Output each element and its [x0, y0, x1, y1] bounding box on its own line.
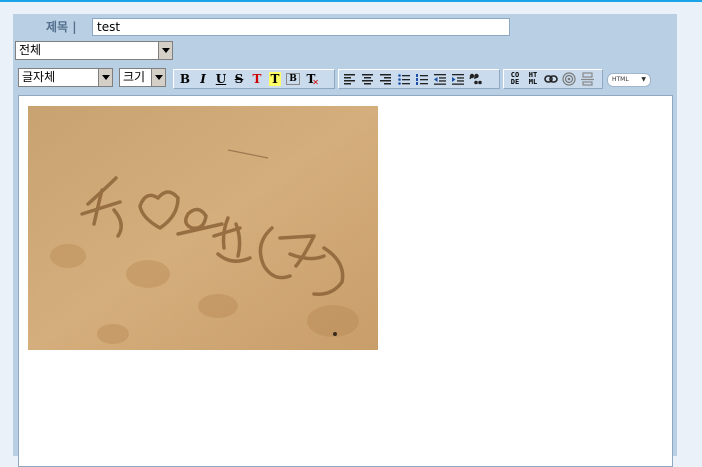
strikethrough-icon: S [234, 72, 244, 86]
top-accent-line [0, 0, 702, 2]
italic-icon: I [200, 72, 206, 86]
divider-button[interactable] [578, 71, 596, 87]
sand-writing-photo[interactable] [28, 106, 378, 350]
bullet-list-icon [398, 73, 410, 85]
align-center-icon [362, 73, 373, 84]
category-select[interactable]: 전체 [15, 41, 173, 60]
chevron-down-icon[interactable] [151, 69, 165, 86]
align-toolbar-group [338, 69, 500, 89]
font-family-select[interactable]: 글자체 [18, 68, 113, 87]
outdent-button[interactable] [431, 71, 449, 87]
html-mode-label: HTML [612, 76, 629, 83]
editor-content-area[interactable] [18, 95, 673, 467]
font-size-select[interactable]: 크기 [119, 68, 166, 87]
align-center-button[interactable] [359, 71, 377, 87]
chevron-down-icon[interactable] [98, 69, 112, 86]
align-left-button[interactable] [341, 71, 359, 87]
link-button[interactable] [542, 71, 560, 87]
quote-button[interactable] [467, 71, 485, 87]
title-label: 제목 | [46, 20, 77, 34]
indent-button[interactable] [449, 71, 467, 87]
html-insert-icon-bottom: ML [528, 78, 538, 86]
text-color-button[interactable]: T [248, 71, 266, 87]
insert-toolbar-group: CO DE HT ML [503, 69, 603, 89]
link-icon [544, 75, 558, 83]
bold-icon: B [179, 72, 191, 86]
quote-icon [469, 73, 482, 85]
chevron-down-icon[interactable] [158, 42, 172, 59]
text-color-icon: T [252, 72, 262, 86]
bullet-list-button[interactable] [395, 71, 413, 87]
border-icon: B [286, 73, 300, 85]
outdent-icon [434, 73, 446, 85]
underline-button[interactable]: U [212, 71, 230, 87]
underline-icon: U [215, 72, 227, 86]
chevron-down-icon: ▼ [641, 76, 646, 83]
align-left-icon [344, 73, 355, 84]
divider-icon [580, 72, 594, 86]
code-button[interactable]: CO DE [506, 71, 524, 87]
html-insert-button[interactable]: HT ML [524, 71, 542, 87]
font-size-value: 크기 [123, 70, 146, 84]
title-input[interactable] [92, 18, 510, 36]
html-mode-button[interactable]: HTML ▼ [607, 73, 651, 87]
target-button[interactable] [560, 71, 578, 87]
highlight-icon: T [268, 72, 282, 86]
remove-format-button[interactable]: T ✕ [302, 71, 320, 87]
numbered-list-icon [416, 73, 428, 85]
font-family-value: 글자체 [22, 70, 56, 84]
align-right-icon [380, 73, 391, 84]
highlight-button[interactable]: T [266, 71, 284, 87]
format-toolbar-group: B I U S T T B T ✕ [173, 69, 335, 89]
remove-x-icon: ✕ [312, 78, 319, 87]
numbered-list-button[interactable] [413, 71, 431, 87]
post-editor-panel: 제목 | 전체 글자체 크기 B I U S T T B [13, 14, 677, 467]
italic-button[interactable]: I [194, 71, 212, 87]
category-selected-value: 전체 [19, 43, 42, 57]
bold-button[interactable]: B [176, 71, 194, 87]
indent-icon [452, 73, 464, 85]
border-button[interactable]: B [284, 71, 302, 87]
code-icon-bottom: DE [510, 78, 520, 86]
align-right-button[interactable] [377, 71, 395, 87]
strikethrough-button[interactable]: S [230, 71, 248, 87]
target-icon [562, 72, 576, 86]
